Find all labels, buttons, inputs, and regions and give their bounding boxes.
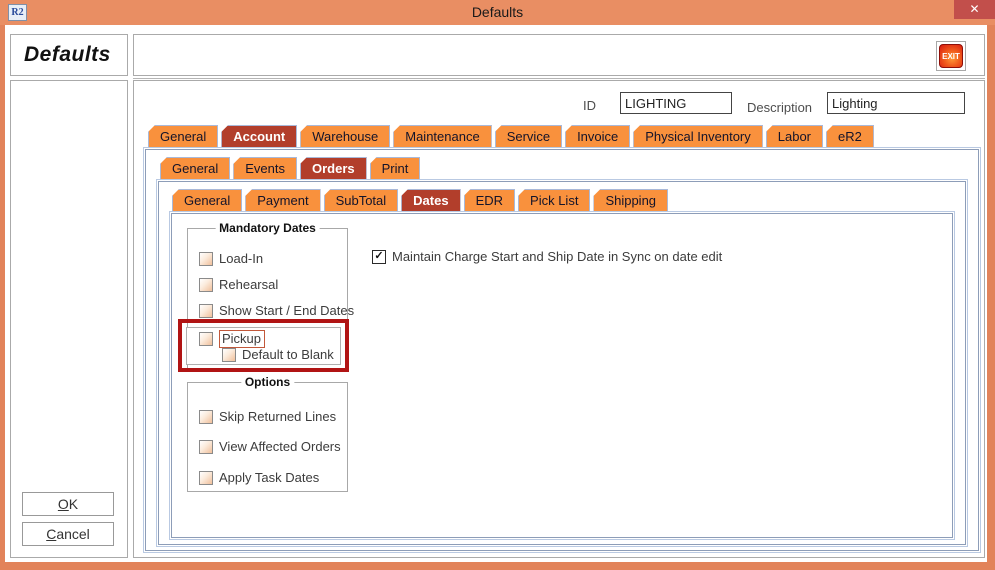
loadin-row: Load-In [199, 251, 263, 266]
tab-general[interactable]: General [148, 125, 218, 147]
window-title: Defaults [0, 4, 995, 20]
tab-shipping[interactable]: Shipping [593, 189, 668, 211]
skip-returned-row: Skip Returned Lines [199, 409, 336, 424]
tab-warehouse[interactable]: Warehouse [300, 125, 390, 147]
cancel-access-key: C [46, 526, 56, 542]
show-dates-label: Show Start / End Dates [219, 303, 354, 318]
skip-returned-label: Skip Returned Lines [219, 409, 336, 424]
view-affected-row: View Affected Orders [199, 439, 341, 454]
tab-dates-general[interactable]: General [172, 189, 242, 211]
tab-payment[interactable]: Payment [245, 189, 320, 211]
tab-dates[interactable]: Dates [401, 189, 460, 211]
id-label: ID [583, 98, 596, 113]
tab-print[interactable]: Print [370, 157, 421, 179]
default-to-blank-label: Default to Blank [242, 347, 334, 362]
tab-physical-inventory[interactable]: Physical Inventory [633, 125, 763, 147]
description-label: Description [747, 100, 812, 115]
tab-er2[interactable]: eR2 [826, 125, 874, 147]
ok-button[interactable]: OK [22, 492, 114, 516]
cancel-label-rest: ancel [56, 526, 89, 542]
apply-task-checkbox[interactable] [199, 471, 213, 485]
pickup-label: Pickup [219, 330, 265, 348]
tab-edr[interactable]: EDR [464, 189, 515, 211]
tab-labor[interactable]: Labor [766, 125, 823, 147]
page-title: Defaults [11, 43, 111, 67]
apply-task-row: Apply Task Dates [199, 470, 319, 485]
options-title: Options [241, 375, 294, 389]
ok-label-rest: K [69, 496, 78, 512]
rehearsal-row: Rehearsal [199, 277, 278, 292]
rehearsal-checkbox[interactable] [199, 278, 213, 292]
tab-orders[interactable]: Orders [300, 157, 367, 179]
tab-account[interactable]: Account [221, 125, 297, 147]
title-bar: R2 Defaults ✕ [0, 0, 995, 25]
view-affected-label: View Affected Orders [219, 439, 341, 454]
sync-checkbox[interactable]: ✓ [372, 250, 386, 264]
tab-maintenance[interactable]: Maintenance [393, 125, 491, 147]
show-dates-row: Show Start / End Dates [199, 303, 354, 318]
ok-access-key: O [58, 496, 69, 512]
defaults-window: R2 Defaults ✕ Defaults EXIT OK Cancel ID… [0, 0, 995, 570]
exit-button[interactable]: EXIT [936, 41, 966, 71]
pickup-row: Pickup [199, 330, 265, 348]
pickup-checkbox[interactable] [199, 332, 213, 346]
check-icon: ✓ [374, 251, 383, 262]
tab-orders-general[interactable]: General [160, 157, 230, 179]
loadin-checkbox[interactable] [199, 252, 213, 266]
tabs-level3: General Payment SubTotal Dates EDR Pick … [172, 189, 668, 211]
page-title-box: Defaults [10, 34, 128, 76]
skip-returned-checkbox[interactable] [199, 410, 213, 424]
apply-task-label: Apply Task Dates [219, 470, 319, 485]
tabs-level2: General Events Orders Print [160, 157, 420, 179]
toolbar-divider [133, 78, 985, 79]
toolbar [133, 34, 985, 76]
show-dates-checkbox[interactable] [199, 304, 213, 318]
default-to-blank-checkbox[interactable] [222, 348, 236, 362]
left-sidebar [10, 80, 128, 558]
tab-invoice[interactable]: Invoice [565, 125, 630, 147]
description-input[interactable] [827, 92, 965, 114]
loadin-label: Load-In [219, 251, 263, 266]
exit-icon: EXIT [939, 44, 963, 68]
default-to-blank-row: Default to Blank [222, 347, 334, 362]
rehearsal-label: Rehearsal [219, 277, 278, 292]
view-affected-checkbox[interactable] [199, 440, 213, 454]
mandatory-dates-title: Mandatory Dates [215, 221, 320, 235]
tab-service[interactable]: Service [495, 125, 562, 147]
id-input[interactable] [620, 92, 732, 114]
sync-label: Maintain Charge Start and Ship Date in S… [392, 249, 722, 264]
tab-subtotal[interactable]: SubTotal [324, 189, 399, 211]
close-icon[interactable]: ✕ [954, 0, 995, 19]
tabs-level1: General Account Warehouse Maintenance Se… [148, 125, 874, 147]
sync-row: ✓ Maintain Charge Start and Ship Date in… [372, 249, 722, 264]
cancel-button[interactable]: Cancel [22, 522, 114, 546]
tab-pick-list[interactable]: Pick List [518, 189, 590, 211]
tab-events[interactable]: Events [233, 157, 297, 179]
